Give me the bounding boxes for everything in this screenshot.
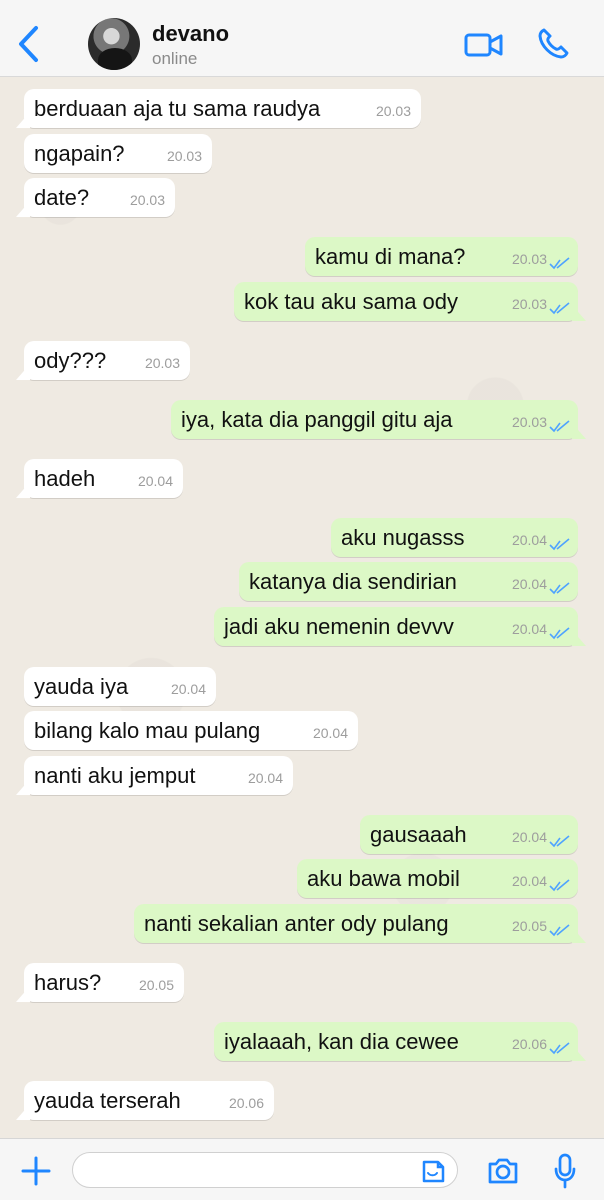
phone-icon[interactable] [536,27,570,61]
message-text: aku bawa mobil [307,866,460,891]
read-receipt-icon [549,420,570,433]
sticker-icon[interactable] [420,1159,446,1185]
message-text: iyalaaah, kan dia cewee [224,1029,459,1054]
message-incoming[interactable]: nanti aku jemput 20.04 [24,756,293,795]
message-incoming[interactable]: bilang kalo mau pulang 20.04 [24,711,358,750]
message-text: bilang kalo mau pulang [34,718,261,743]
message-outgoing[interactable]: katanya dia sendirian 20.04 [239,562,578,601]
message-time: 20.03 [511,296,547,312]
message-time: 20.06 [228,1095,264,1111]
message-outgoing[interactable]: kamu di mana? 20.03 [305,237,578,276]
message-incoming[interactable]: berduaan aja tu sama raudya 20.03 [24,89,421,128]
message-incoming[interactable]: hadeh 20.04 [24,459,183,498]
message-time: 20.03 [375,103,411,119]
message-outgoing[interactable]: aku nugasss 20.04 [331,518,578,557]
video-call-icon[interactable] [464,31,504,59]
message-incoming[interactable]: ngapain? 20.03 [24,134,212,173]
message-text: aku nugasss [341,525,465,550]
message-text: jadi aku nemenin devvv [224,614,454,639]
message-time: 20.06 [511,1036,547,1052]
message-outgoing[interactable]: gausaaah 20.04 [360,815,578,854]
message-text: yauda terserah [34,1088,181,1113]
message-composer [0,1138,604,1200]
message-time: 20.03 [144,355,180,371]
message-outgoing[interactable]: kok tau aku sama ody 20.03 [234,282,578,321]
message-time: 20.04 [511,621,547,637]
message-time: 20.05 [138,977,174,993]
message-outgoing[interactable]: iya, kata dia panggil gitu aja 20.03 [171,400,578,439]
message-text: hadeh [34,466,96,491]
message-text: kok tau aku sama ody [244,289,459,314]
message-outgoing[interactable]: nanti sekalian anter ody pulang 20.05 [134,904,578,943]
message-outgoing[interactable]: iyalaaah, kan dia cewee 20.06 [214,1022,578,1061]
read-receipt-icon [549,924,570,937]
message-text: kamu di mana? [315,244,466,269]
message-text: ngapain? [34,141,125,166]
message-time: 20.04 [312,725,348,741]
read-receipt-icon [549,879,570,892]
message-text: berduaan aja tu sama raudya [34,96,321,121]
message-time: 20.05 [511,918,547,934]
chat-thread[interactable]: berduaan aja tu sama raudya 20.03 ngapai… [0,77,604,1138]
camera-icon[interactable] [486,1156,520,1186]
message-time: 20.04 [511,873,547,889]
message-text: gausaaah [370,822,467,847]
back-icon[interactable] [12,22,46,66]
message-text: nanti aku jemput [34,763,196,788]
read-receipt-icon [549,627,570,640]
message-text: katanya dia sendirian [249,569,457,594]
plus-icon[interactable] [20,1155,52,1187]
read-receipt-icon [549,835,570,848]
message-time: 20.04 [511,576,547,592]
message-text: iya, kata dia panggil gitu aja [181,407,453,432]
message-time: 20.03 [129,192,165,208]
message-text: nanti sekalian anter ody pulang [144,911,449,936]
microphone-icon[interactable] [552,1153,578,1189]
message-time: 20.04 [511,532,547,548]
message-incoming[interactable]: yauda terserah 20.06 [24,1081,274,1120]
message-text: ody??? [34,348,107,373]
message-incoming[interactable]: ody??? 20.03 [24,341,190,380]
message-incoming[interactable]: yauda iya 20.04 [24,667,216,706]
message-time: 20.03 [166,148,202,164]
message-outgoing[interactable]: jadi aku nemenin devvv 20.04 [214,607,578,646]
message-time: 20.04 [170,681,206,697]
read-receipt-icon [549,302,570,315]
message-incoming[interactable]: harus? 20.05 [24,963,184,1002]
message-incoming[interactable]: date? 20.03 [24,178,175,217]
message-time: 20.04 [247,770,283,786]
message-text: harus? [34,970,102,995]
contact-name[interactable]: devano [152,21,229,47]
message-input[interactable] [72,1152,458,1188]
read-receipt-icon [549,1042,570,1055]
read-receipt-icon [549,257,570,270]
message-time: 20.03 [511,251,547,267]
contact-status: online [152,49,198,68]
message-time: 20.04 [511,829,547,845]
message-time: 20.03 [511,414,547,430]
avatar[interactable] [88,18,140,70]
message-text: date? [34,185,90,210]
read-receipt-icon [549,582,570,595]
read-receipt-icon [549,538,570,551]
message-text: yauda iya [34,674,129,699]
chat-header: devano online [0,0,604,77]
message-outgoing[interactable]: aku bawa mobil 20.04 [297,859,578,898]
message-time: 20.04 [137,473,173,489]
